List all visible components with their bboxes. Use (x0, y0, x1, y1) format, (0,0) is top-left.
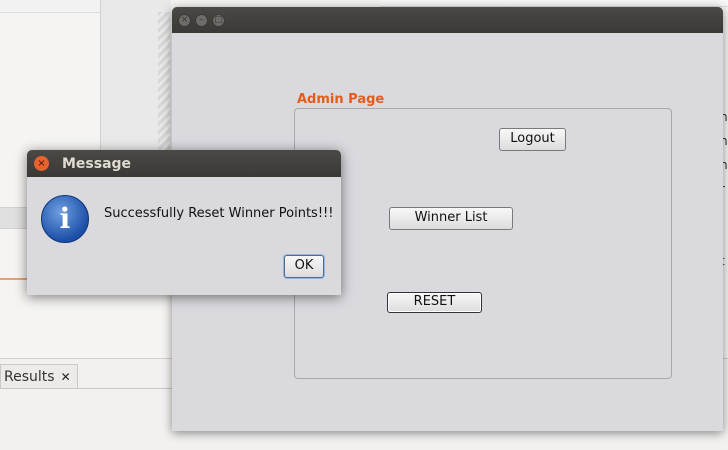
message-dialog: × Message i Successfully Reset Winner Po… (27, 150, 341, 295)
logout-button[interactable]: Logout (499, 128, 566, 151)
dialog-close-icon[interactable]: × (34, 156, 49, 171)
ok-button[interactable]: OK (284, 255, 324, 278)
background-header-strip (380, 0, 728, 7)
background-panel-top (0, 0, 100, 13)
window-maximize-icon[interactable]: □ (212, 13, 225, 27)
reset-button[interactable]: RESET (387, 292, 482, 313)
window-close-icon[interactable]: × (178, 13, 191, 27)
dialog-title: Message (62, 155, 132, 172)
admin-window-titlebar[interactable]: × – □ (172, 7, 723, 33)
dialog-message: Successfully Reset Winner Points!!! (104, 206, 334, 221)
results-tab-label: Results (4, 368, 55, 385)
dialog-titlebar[interactable]: × Message (27, 150, 341, 177)
admin-page-label: Admin Page (297, 92, 385, 107)
admin-panel: Logout Winner List RESET (294, 108, 672, 379)
results-tab-rule (0, 388, 175, 389)
winner-list-button[interactable]: Winner List (389, 207, 513, 230)
results-tab[interactable]: Results ✕ (0, 364, 78, 388)
info-icon: i (41, 195, 89, 243)
window-minimize-icon[interactable]: – (195, 13, 208, 27)
close-icon[interactable]: ✕ (61, 370, 71, 384)
